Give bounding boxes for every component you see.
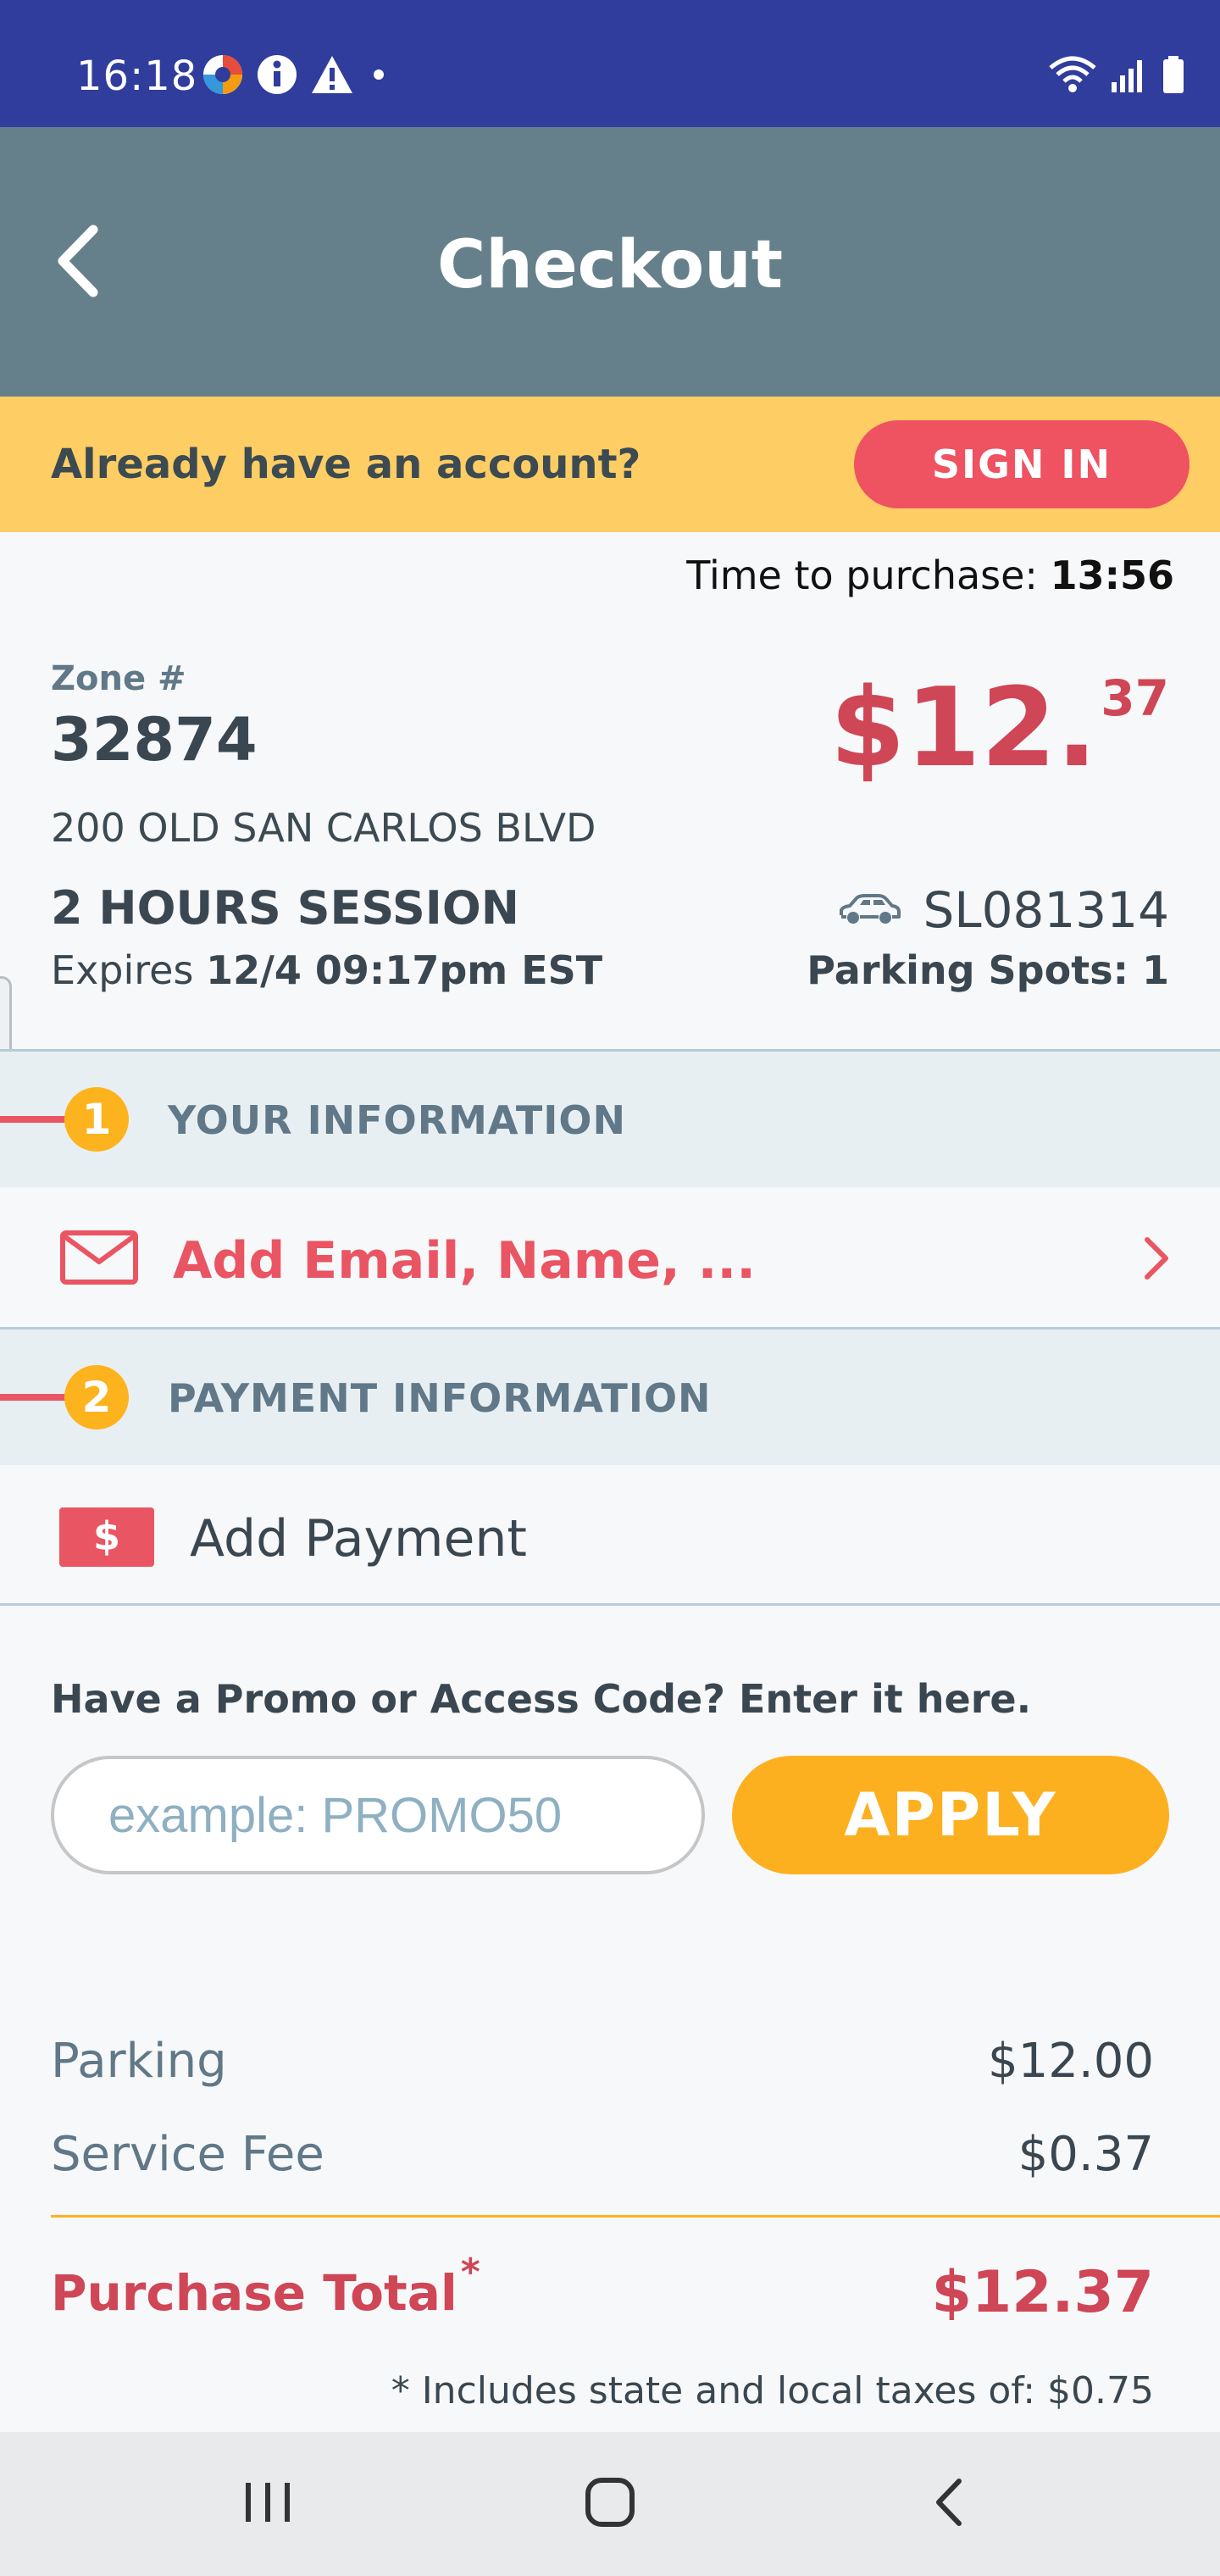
status-left-icons — [202, 53, 391, 100]
divider — [0, 1603, 1220, 1606]
zone-number: 32874 — [51, 705, 258, 774]
page-title: Checkout — [436, 227, 784, 303]
section-title-payment-information: PAYMENT INFORMATION — [168, 1375, 712, 1421]
step-connector — [0, 1394, 69, 1401]
promo-code-input[interactable] — [51, 1756, 705, 1874]
session-duration: 2 HOURS SESSION — [51, 881, 519, 935]
total-footnote-marker: * — [460, 2251, 480, 2294]
status-time: 16:18 — [76, 53, 198, 100]
session-expiry: Expires 12/4 09:17pm EST — [51, 947, 602, 993]
status-bar: 16:18 — [0, 0, 1220, 127]
envelope-icon — [59, 1230, 139, 1290]
promo-label: Have a Promo or Access Code? Enter it he… — [51, 1676, 1032, 1722]
apply-button[interactable]: APPLY — [732, 1756, 1169, 1874]
step-badge-1: 1 — [64, 1087, 129, 1152]
price-cents: 37 — [1101, 669, 1169, 727]
home-button[interactable] — [559, 2466, 661, 2542]
add-payment-row[interactable]: $ Add Payment — [0, 1465, 1220, 1606]
zone-label: Zone # — [51, 659, 186, 698]
sign-in-button[interactable]: SIGN IN — [854, 420, 1190, 508]
zone-address: 200 OLD SAN CARLOS BLVD — [51, 805, 596, 851]
dollar-icon-glyph: $ — [93, 1513, 120, 1559]
step-badge-2: 2 — [64, 1365, 129, 1430]
info-icon — [256, 53, 298, 100]
battery-icon — [1161, 54, 1186, 99]
status-right-icons — [1047, 54, 1186, 99]
price-dollars: $12. — [829, 665, 1098, 791]
step-connector — [0, 1116, 69, 1123]
dollar-card-icon: $ — [59, 1507, 154, 1571]
car-icon — [836, 881, 902, 939]
section-title-your-information: YOUR INFORMATION — [168, 1097, 627, 1143]
purchase-total-label: Purchase Total* — [51, 2251, 480, 2322]
app-bar: Checkout — [0, 127, 1220, 397]
purchase-total-value: $12.37 — [931, 2259, 1154, 2326]
section-your-information: 1 YOUR INFORMATION — [0, 1052, 1220, 1187]
back-arrow-icon — [932, 2476, 966, 2533]
purchase-total-text: Purchase Total — [51, 2264, 458, 2322]
timer-value: 13:56 — [1050, 552, 1174, 598]
system-back-button[interactable] — [898, 2466, 1000, 2542]
line-item-service-fee-label: Service Fee — [51, 2127, 324, 2182]
section-payment-information: 2 PAYMENT INFORMATION — [0, 1330, 1220, 1465]
price-display: $12. 37 — [829, 669, 1169, 788]
chevron-right-icon — [1139, 1233, 1173, 1288]
app-notification-icon — [202, 53, 244, 100]
total-divider — [51, 2215, 1220, 2218]
expires-value: 12/4 09:17pm EST — [206, 947, 603, 993]
plate-number: SL081314 — [923, 881, 1169, 939]
system-nav-bar — [0, 2432, 1220, 2576]
recent-apps-icon — [242, 2479, 293, 2529]
warning-icon — [310, 54, 354, 99]
dot-icon — [366, 66, 391, 87]
line-item-service-fee-value: $0.37 — [1018, 2127, 1154, 2182]
purchase-timer: Time to purchase: 13:56 — [686, 552, 1174, 598]
line-item-parking-label: Parking — [51, 2034, 227, 2089]
signal-icon — [1110, 55, 1149, 98]
line-item-parking-value: $12.00 — [988, 2034, 1154, 2089]
timer-label: Time to purchase: — [686, 552, 1038, 598]
parking-spots: Parking Spots: 1 — [807, 947, 1169, 993]
tax-note: * Includes state and local taxes of: $0.… — [391, 2369, 1154, 2412]
wifi-icon — [1047, 54, 1098, 99]
add-contact-row[interactable]: Add Email, Name, ... — [0, 1187, 1220, 1328]
recent-apps-button[interactable] — [217, 2466, 319, 2542]
account-prompt: Already have an account? — [51, 441, 641, 488]
add-contact-label: Add Email, Name, ... — [173, 1231, 757, 1291]
vehicle-plate: SL081314 — [836, 881, 1169, 939]
expires-label: Expires — [51, 947, 194, 993]
home-icon — [584, 2476, 636, 2533]
add-payment-label: Add Payment — [190, 1509, 527, 1568]
account-banner: Already have an account? SIGN IN — [0, 397, 1220, 532]
